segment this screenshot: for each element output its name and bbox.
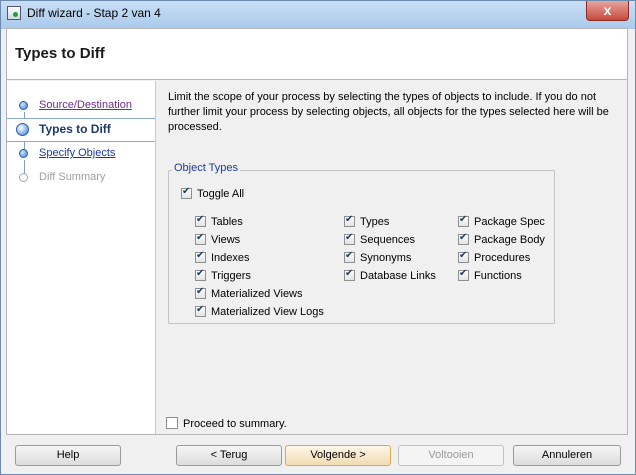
step-done-icon (19, 101, 28, 110)
step-current-icon (16, 123, 29, 136)
step-label: Types to Diff (39, 122, 111, 136)
checkbox-label: Procedures (474, 252, 531, 265)
step-label: Diff Summary (39, 171, 106, 183)
checkbox-icon (458, 214, 469, 227)
checkbox-icon (458, 232, 469, 245)
sequences-checkbox[interactable]: Sequences (344, 232, 416, 248)
checkbox-icon (344, 268, 355, 281)
checkbox-icon (195, 304, 206, 317)
step-diff-summary: Diff Summary (7, 167, 155, 189)
indexes-checkbox[interactable]: Indexes (195, 250, 250, 266)
checkbox-label: Synonyms (360, 252, 412, 265)
checkbox-label: Package Body (474, 234, 545, 247)
title-bar[interactable]: Diff wizard - Stap 2 van 4 x (1, 1, 635, 29)
page-title: Types to Diff (15, 45, 105, 62)
types-checkbox[interactable]: Types (344, 214, 390, 230)
checkbox-label: Materialized Views (211, 288, 303, 301)
step-pending-icon (19, 149, 28, 158)
checkbox-label: Toggle All (197, 188, 245, 201)
checkbox-icon (195, 214, 206, 227)
checkbox-icon (166, 417, 178, 430)
step-disabled-icon (19, 173, 28, 182)
checkbox-label: Types (360, 216, 390, 229)
checkbox-label: Package Spec (474, 216, 545, 229)
checkbox-label: Materialized View Logs (211, 306, 324, 319)
help-button[interactable]: Help (15, 445, 121, 466)
finish-button: Voltooien (398, 445, 504, 466)
proceed-to-summary-checkbox[interactable]: Proceed to summary. (166, 417, 287, 432)
checkbox-icon (181, 186, 192, 199)
views-checkbox[interactable]: Views (195, 232, 241, 248)
close-button[interactable]: x (586, 1, 629, 21)
wizard-header: Types to Diff (6, 28, 628, 80)
package-spec-checkbox[interactable]: Package Spec (458, 214, 545, 230)
checkbox-label: Sequences (360, 234, 416, 247)
checkbox-label: Indexes (211, 252, 250, 265)
object-types-legend: Object Types (172, 162, 240, 174)
step-source-destination[interactable]: Source/Destination (7, 95, 155, 117)
checkbox-icon (195, 250, 206, 263)
checkbox-icon (344, 214, 355, 227)
checkbox-icon (458, 268, 469, 281)
wizard-steps-sidebar: Source/Destination Types to Diff Specify… (7, 81, 156, 434)
window-title: Diff wizard - Stap 2 van 4 (27, 6, 161, 20)
step-label: Specify Objects (39, 147, 116, 159)
toggle-all-checkbox[interactable]: Toggle All (181, 186, 245, 202)
tables-checkbox[interactable]: Tables (195, 214, 243, 230)
package-body-checkbox[interactable]: Package Body (458, 232, 545, 248)
materialized-views-checkbox[interactable]: Materialized Views (195, 286, 303, 302)
cancel-button[interactable]: Annuleren (513, 445, 621, 466)
checkbox-label: Triggers (211, 270, 251, 283)
triggers-checkbox[interactable]: Triggers (195, 268, 251, 284)
next-button[interactable]: Volgende > (285, 445, 391, 466)
step-label: Source/Destination (39, 99, 132, 111)
checkbox-icon (195, 268, 206, 281)
checkbox-icon (195, 286, 206, 299)
app-icon (7, 6, 21, 20)
checkbox-icon (195, 232, 206, 245)
materialized-view-logs-checkbox[interactable]: Materialized View Logs (195, 304, 324, 320)
checkbox-label: Functions (474, 270, 522, 283)
checkbox-label: Database Links (360, 270, 436, 283)
back-button[interactable]: < Terug (176, 445, 282, 466)
checkbox-label: Views (211, 234, 241, 247)
checkbox-label: Proceed to summary. (183, 418, 287, 431)
step-specify-objects[interactable]: Specify Objects (7, 143, 155, 165)
functions-checkbox[interactable]: Functions (458, 268, 522, 284)
database-links-checkbox[interactable]: Database Links (344, 268, 436, 284)
synonyms-checkbox[interactable]: Synonyms (344, 250, 412, 266)
checkbox-icon (458, 250, 469, 263)
procedures-checkbox[interactable]: Procedures (458, 250, 531, 266)
checkbox-icon (344, 250, 355, 263)
checkbox-icon (344, 232, 355, 245)
checkbox-label: Tables (211, 216, 243, 229)
description-text: Limit the scope of your process by selec… (168, 91, 609, 133)
step-types-to-diff[interactable]: Types to Diff (7, 118, 155, 142)
